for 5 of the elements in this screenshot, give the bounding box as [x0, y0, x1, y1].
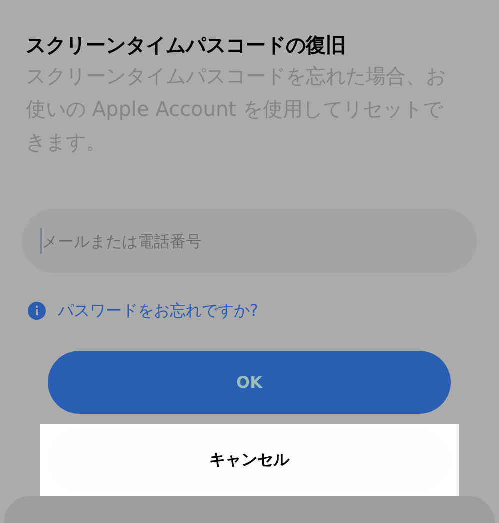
info-icon	[28, 302, 46, 320]
text-cursor	[40, 228, 42, 254]
dialog-title: スクリーンタイムパスコードの復旧	[26, 32, 347, 59]
ok-button[interactable]: OK	[48, 351, 451, 414]
forgot-password-link[interactable]: パスワードをお忘れですか?	[58, 299, 258, 323]
